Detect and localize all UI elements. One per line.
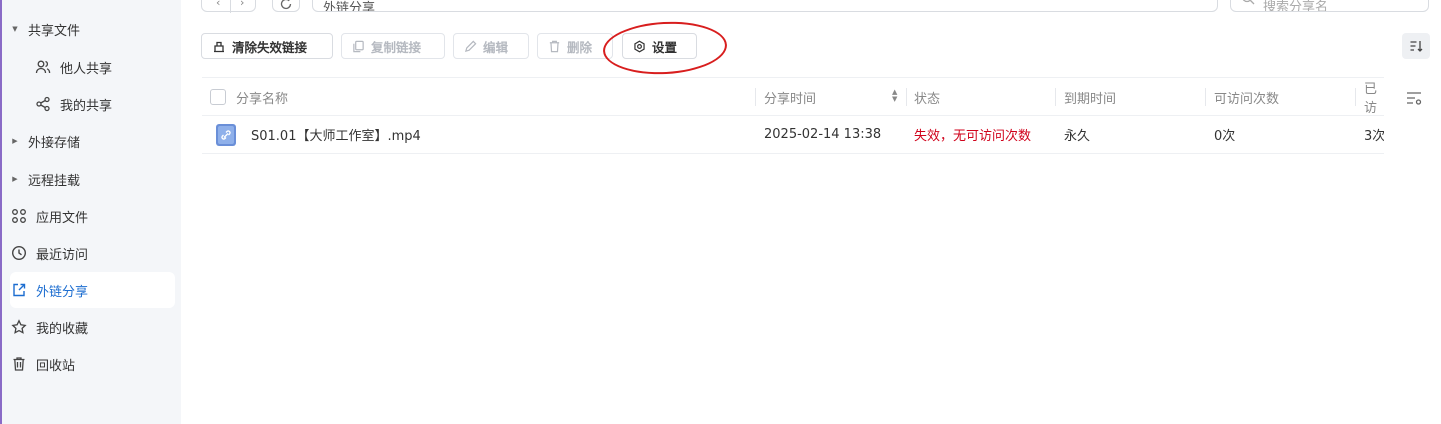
caret-right-icon[interactable]: ▶	[10, 175, 20, 183]
star-icon	[10, 318, 28, 336]
external-share-icon	[10, 281, 28, 299]
header-access-count[interactable]: 可访问次数	[1206, 78, 1279, 116]
caret-right-icon[interactable]: ▶	[10, 137, 20, 145]
sidebar-item-my-shared[interactable]: 我的共享	[34, 86, 175, 122]
sidebar-item-recent[interactable]: 最近访问	[10, 235, 175, 271]
sidebar-item-others-shared[interactable]: 他人共享	[34, 49, 175, 85]
copy-icon	[352, 40, 365, 53]
users-icon	[34, 58, 52, 76]
row-visited: 3次	[1364, 129, 1384, 144]
sidebar-item-external-storage[interactable]: ▶ 外接存储	[10, 123, 175, 159]
sort-button[interactable]	[1402, 33, 1430, 59]
sidebar-item-favorites[interactable]: 我的收藏	[10, 309, 175, 345]
table-row[interactable]: S01.01【大师工作室】.mp4 2025-02-14 13:38 失效，无可…	[202, 116, 1384, 154]
delete-button[interactable]: 删除	[537, 33, 613, 59]
nav-back-forward[interactable]: ‹ ›	[201, 0, 256, 13]
sidebar-item-label: 外接存储	[28, 135, 81, 151]
trash-icon	[10, 355, 28, 373]
select-all-checkbox[interactable]	[210, 89, 226, 105]
clear-invalid-links-button[interactable]: 清除失效链接	[201, 33, 333, 59]
button-label: 删除	[567, 39, 593, 55]
divider	[230, 0, 231, 13]
sidebar-item-label: 最近访问	[36, 247, 89, 263]
button-label: 设置	[652, 39, 678, 55]
command-icon	[10, 207, 28, 225]
sidebar-item-label: 共享文件	[28, 23, 81, 39]
header-visited[interactable]: 已访	[1356, 78, 1384, 116]
path-text: 外链分享	[323, 1, 376, 12]
sidebar-item-label: 应用文件	[36, 210, 89, 226]
refresh-icon	[280, 0, 292, 10]
sidebar-item-shared-files[interactable]: ▼ 共享文件	[10, 11, 175, 47]
select-all-checkbox-cell[interactable]	[202, 78, 226, 116]
sidebar-item-label: 回收站	[36, 358, 76, 374]
header-status[interactable]: 状态	[906, 78, 940, 116]
table-header: 分享名称 分享时间 ▲ ▼ 状态 到期时间 可访问次数 已访	[202, 77, 1384, 116]
edit-button[interactable]: 编辑	[453, 33, 529, 59]
header-share-time[interactable]: 分享时间	[756, 78, 816, 116]
search-input[interactable]: 搜索分享名	[1230, 0, 1429, 12]
row-access-count: 0次	[1214, 129, 1236, 144]
row-share-name[interactable]: S01.01【大师工作室】.mp4	[243, 116, 421, 153]
sidebar: ▼ 共享文件 他人共享 我的共享 ▶ 外接存储 ▶ 远程挂载 应用文件 最近访问	[0, 0, 181, 424]
search-placeholder: 搜索分享名	[1263, 0, 1329, 12]
row-expire-time: 永久	[1064, 129, 1091, 144]
row-share-time: 2025-02-14 13:38	[764, 127, 882, 142]
path-bar[interactable]: 外链分享	[312, 0, 1218, 12]
button-label: 复制链接	[371, 39, 422, 55]
sidebar-item-remote-mount[interactable]: ▶ 远程挂载	[10, 161, 175, 197]
sidebar-item-label: 外链分享	[36, 284, 89, 300]
chevron-right-icon[interactable]: ›	[240, 0, 244, 9]
pencil-icon	[464, 40, 477, 53]
search-icon	[1242, 0, 1255, 5]
trash-icon	[548, 40, 561, 53]
share-icon	[34, 95, 52, 113]
button-label: 清除失效链接	[232, 39, 308, 55]
row-status: 失效，无可访问次数	[914, 129, 1032, 144]
share-table: 分享名称 分享时间 ▲ ▼ 状态 到期时间 可访问次数 已访 S01.01【大师工…	[202, 77, 1384, 154]
broom-icon	[212, 39, 226, 53]
refresh-button[interactable]	[272, 0, 300, 12]
sidebar-item-label: 远程挂载	[28, 173, 81, 189]
header-share-name[interactable]: 分享名称	[228, 78, 288, 116]
sort-arrows-icon[interactable]: ▲ ▼	[892, 89, 900, 103]
settings-button[interactable]: 设置	[622, 33, 697, 59]
copy-link-button[interactable]: 复制链接	[341, 33, 445, 59]
file-link-icon	[207, 116, 237, 153]
gear-icon	[633, 40, 646, 53]
sort-icon	[1410, 41, 1423, 52]
header-expire-time[interactable]: 到期时间	[1056, 78, 1116, 116]
sidebar-item-label: 我的共享	[60, 98, 113, 114]
chevron-left-icon[interactable]: ‹	[216, 0, 220, 9]
column-settings-icon[interactable]	[1405, 89, 1423, 107]
sidebar-item-app-files[interactable]: 应用文件	[10, 198, 175, 234]
sidebar-item-recycle-bin[interactable]: 回收站	[10, 346, 175, 382]
sidebar-item-external-share[interactable]: 外链分享	[10, 272, 175, 308]
button-label: 编辑	[483, 39, 509, 55]
sidebar-item-label: 我的收藏	[36, 321, 89, 337]
sidebar-item-label: 他人共享	[60, 61, 113, 77]
clock-icon	[10, 244, 28, 262]
caret-down-icon[interactable]: ▼	[10, 25, 20, 33]
